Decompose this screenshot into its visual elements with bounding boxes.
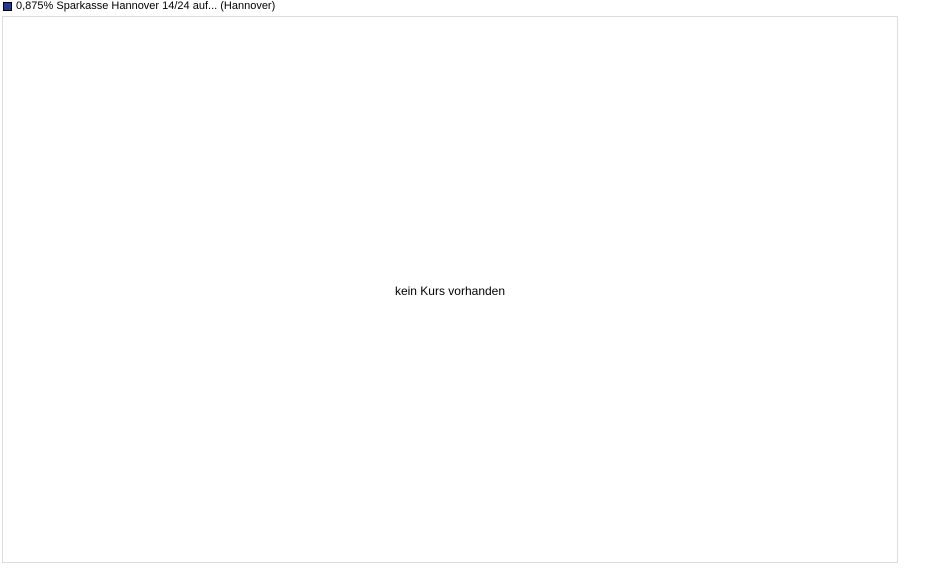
chart-legend: 0,875% Sparkasse Hannover 14/24 auf... (… (3, 0, 275, 13)
plot-area: kein Kurs vorhanden (2, 16, 898, 563)
no-data-message: kein Kurs vorhanden (394, 284, 506, 298)
legend-swatch (3, 2, 12, 11)
legend-series-name: 0,875% Sparkasse Hannover 14/24 auf... (… (16, 0, 276, 12)
